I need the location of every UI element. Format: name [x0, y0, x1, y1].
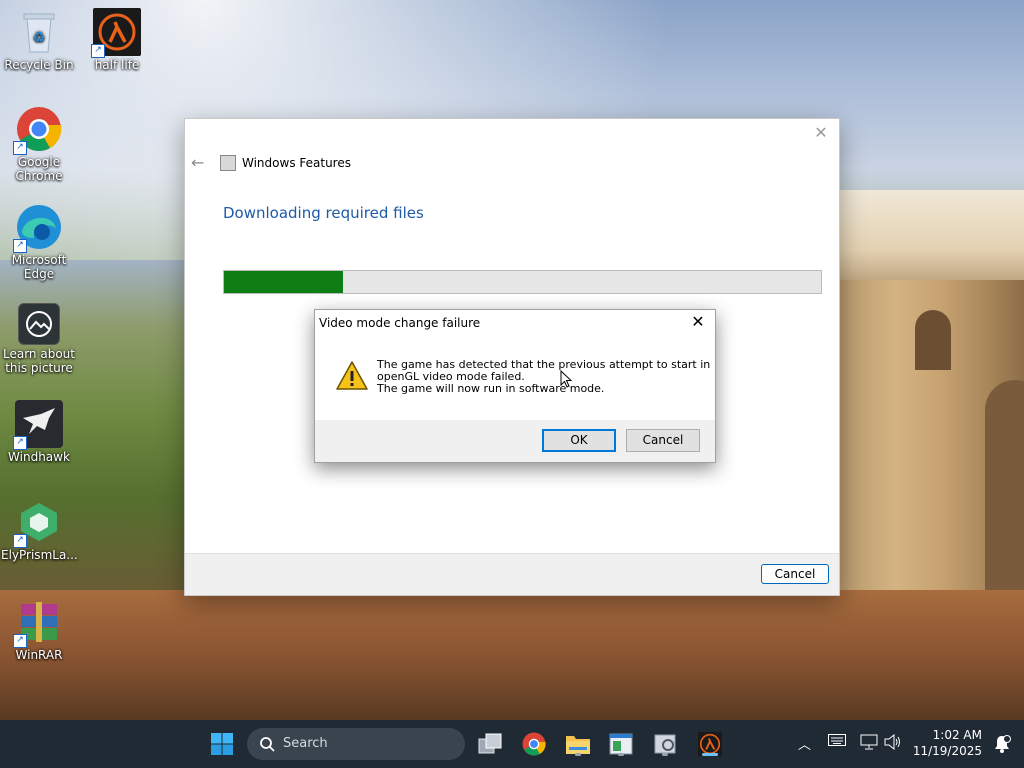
running-indicator — [702, 753, 718, 756]
dialog-title: Video mode change failure — [319, 316, 481, 330]
learn-about-picture-icon — [18, 303, 60, 345]
shortcut-arrow-icon: ↗ — [13, 534, 27, 548]
desktop-icon-windhawk[interactable]: ↗ Windhawk — [1, 400, 77, 464]
running-indicator — [575, 753, 581, 756]
chevron-up-icon[interactable]: ︿ — [798, 734, 811, 753]
volume-icon[interactable] — [884, 733, 902, 754]
windows-features-icon — [220, 155, 236, 171]
notification-bell-icon[interactable] — [992, 734, 1012, 754]
start-button[interactable] — [208, 730, 236, 758]
chrome-icon: ↗ — [13, 105, 63, 155]
winrar-icon: ↗ — [13, 598, 63, 648]
shortcut-arrow-icon: ↗ — [13, 634, 27, 648]
dialog-titlebar: Video mode change failure ✕ — [315, 310, 715, 336]
running-indicator — [662, 753, 668, 756]
desktop-icon-recycle-bin[interactable]: ♻ Recycle Bin — [1, 8, 77, 72]
warning-icon — [335, 360, 369, 392]
ok-button[interactable]: OK — [542, 429, 616, 452]
half-life-icon: ↗ — [91, 8, 141, 58]
desktop-icon-learn-about-picture[interactable]: Learn about this picture — [1, 303, 77, 375]
clock-time: 1:02 AM — [932, 728, 982, 742]
shortcut-arrow-icon: ↗ — [13, 141, 27, 155]
close-icon[interactable]: ✕ — [689, 312, 707, 332]
network-icon[interactable] — [860, 734, 878, 754]
taskbar-app-features[interactable] — [651, 730, 679, 758]
windows-logo-icon — [211, 733, 233, 755]
close-icon[interactable]: ✕ — [811, 123, 831, 143]
keyboard-icon[interactable] — [828, 734, 846, 750]
shortcut-arrow-icon: ↗ — [13, 239, 27, 253]
desktop-icon-label: Learn about this picture — [3, 347, 75, 375]
svg-text:♻: ♻ — [33, 30, 46, 46]
clock-date: 11/19/2025 — [912, 744, 982, 758]
desktop-icon-label: Google Chrome — [15, 155, 63, 183]
task-view-button[interactable] — [476, 730, 504, 758]
desktop-icon-label: Microsoft Edge — [11, 253, 67, 281]
download-progress-bar — [223, 270, 822, 294]
dialog-message: The game has detected that the previous … — [377, 358, 711, 395]
desktop-icon-label: Windhawk — [8, 450, 70, 464]
back-arrow-icon[interactable]: ← — [191, 153, 204, 172]
desktop-icon-chrome[interactable]: ↗ Google Chrome — [1, 105, 77, 183]
wallpaper-arch-small — [915, 310, 951, 370]
wallpaper-cliff — [0, 590, 1024, 720]
page-heading: Downloading required files — [223, 204, 424, 222]
search-icon — [259, 736, 275, 752]
running-indicator — [618, 753, 624, 756]
desktop-icon-label: ElyPrismLa... — [1, 548, 78, 562]
desktop-icon-label: half life — [94, 58, 140, 72]
taskbar-half-life[interactable] — [696, 730, 724, 758]
video-mode-dialog: Video mode change failure ✕ The game has… — [314, 309, 716, 463]
search-label: Search — [283, 736, 328, 751]
taskbar-chrome[interactable] — [520, 730, 548, 758]
window-footer: Cancel — [185, 553, 839, 595]
dialog-cancel-button[interactable]: Cancel — [626, 429, 700, 452]
desktop-icon-elyprism[interactable]: ↗ ElyPrismLa... — [1, 498, 78, 562]
desktop-icon-label: WinRAR — [15, 648, 63, 662]
task-view-icon — [478, 733, 502, 754]
windhawk-icon: ↗ — [13, 400, 63, 450]
taskbar: Search ︿ 1:02 AM 11/19/2025 — [0, 720, 1024, 768]
wallpaper-town — [840, 190, 1024, 290]
taskbar-search-box[interactable]: Search — [247, 728, 465, 760]
shortcut-arrow-icon: ↗ — [13, 436, 27, 450]
desktop-icon-label: Recycle Bin — [4, 58, 74, 72]
dialog-body: The game has detected that the previous … — [315, 336, 715, 420]
desktop-icon-half-life[interactable]: ↗ half life — [79, 8, 155, 72]
taskbar-clock[interactable]: 1:02 AM 11/19/2025 — [913, 727, 982, 759]
edge-icon: ↗ — [13, 203, 63, 253]
mouse-cursor-icon — [560, 369, 573, 388]
window-title: Windows Features — [242, 156, 351, 170]
taskbar-file-explorer[interactable] — [564, 730, 592, 758]
window-app-icon — [609, 733, 633, 755]
desktop-icon-winrar[interactable]: ↗ WinRAR — [1, 598, 77, 662]
cancel-button[interactable]: Cancel — [761, 564, 829, 584]
folder-icon — [566, 736, 590, 754]
shortcut-arrow-icon: ↗ — [91, 44, 105, 58]
progress-fill — [224, 271, 344, 293]
desktop-icon-edge[interactable]: ↗ Microsoft Edge — [1, 203, 77, 281]
elyprism-icon: ↗ — [13, 498, 63, 548]
taskbar-app-window[interactable] — [607, 730, 635, 758]
recycle-bin-icon: ♻ — [15, 8, 63, 56]
chrome-icon — [522, 732, 546, 756]
